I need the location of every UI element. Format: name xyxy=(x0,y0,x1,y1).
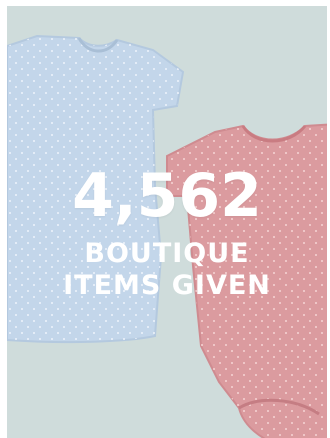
stat-overlay: 4,562 BOUTIQUE ITEMS GIVEN xyxy=(7,158,327,302)
stat-label: BOUTIQUE ITEMS GIVEN xyxy=(63,238,271,301)
impact-stat-card: 4,562 BOUTIQUE ITEMS GIVEN xyxy=(0,0,330,438)
stat-number: 4,562 xyxy=(72,161,262,231)
